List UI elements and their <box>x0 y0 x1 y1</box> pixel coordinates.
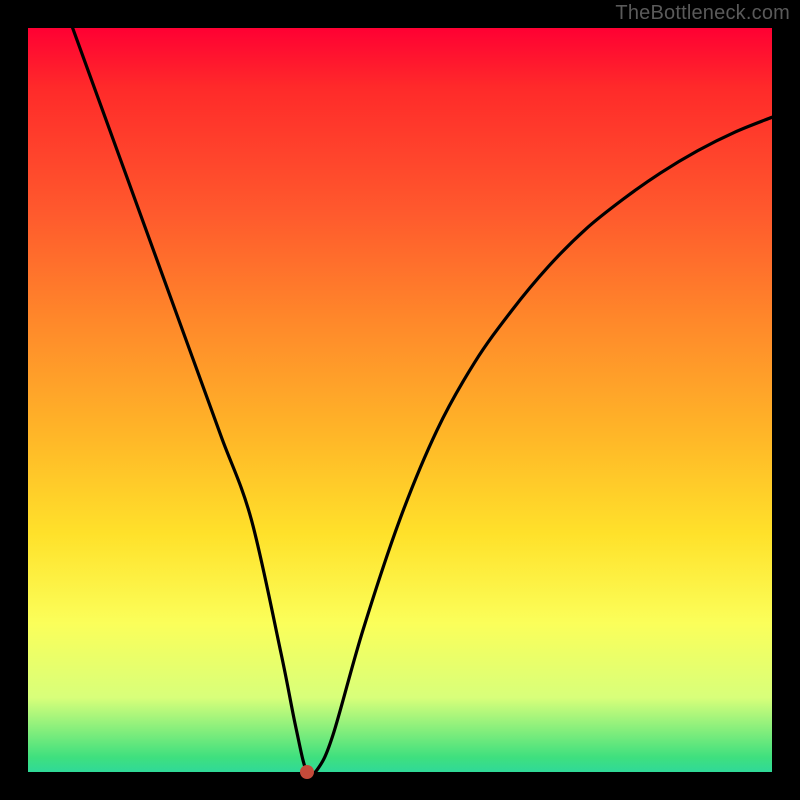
minimum-marker <box>300 765 314 779</box>
curve-path <box>73 28 772 772</box>
watermark-text: TheBottleneck.com <box>615 2 790 25</box>
bottleneck-curve <box>28 28 772 772</box>
plot-area <box>28 28 772 772</box>
chart-frame: TheBottleneck.com <box>0 0 800 800</box>
